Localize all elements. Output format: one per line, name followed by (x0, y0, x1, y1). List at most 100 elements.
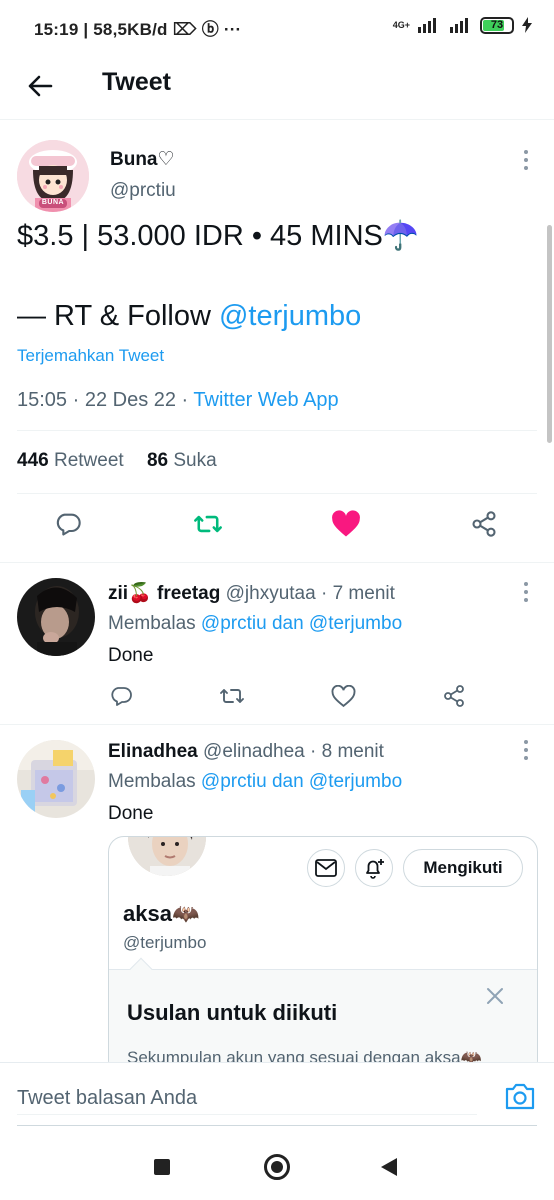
replying-to: Membalas @prctiu dan @terjumbo (108, 612, 402, 636)
reply-icon (56, 513, 81, 536)
translate-tweet-link[interactable]: Terjemahkan Tweet (17, 346, 164, 366)
retweet-icon (220, 689, 244, 703)
like-stat[interactable]: 86 Suka (147, 450, 217, 471)
share-button[interactable] (466, 506, 502, 542)
page-title: Tweet (102, 68, 171, 96)
retweet-icon (194, 515, 222, 533)
reply-avatar-photo (17, 578, 95, 656)
close-icon (487, 988, 503, 1004)
tweet-text-prefix: — RT & Follow (17, 300, 219, 332)
profile-photo (128, 837, 206, 876)
reply-author-handle[interactable]: @elinadhea · 8 menit (198, 741, 384, 762)
mail-icon (315, 859, 337, 877)
reply-author-handle[interactable]: @jhxyutaa · 7 menit (220, 583, 395, 604)
system-nav-bar (0, 1134, 554, 1200)
reply-author-name[interactable]: zii🍒 freetag (108, 583, 220, 604)
share-button[interactable] (436, 678, 472, 714)
divider (0, 724, 554, 725)
avatar-badge-text: BUNA (41, 199, 65, 206)
notifications-button[interactable] (355, 849, 393, 887)
like-count: 86 (146, 450, 169, 471)
share-icon (444, 685, 464, 707)
reply-header: zii🍒 freetag @jhxyutaa · 7 menit (108, 582, 395, 606)
status-bar: 15:19 | 58,5KB/d ⌦ ⓑ ··· 4G+ 73 (0, 0, 554, 52)
status-bar-text: 15:19 | 58,5KB/d ⌦ ⓑ ··· (34, 20, 242, 39)
reply-button[interactable] (50, 506, 86, 542)
replying-to-mentions[interactable]: @prctiu dan @terjumbo (201, 613, 402, 634)
more-options-button[interactable] (516, 148, 536, 172)
message-button[interactable] (307, 849, 345, 887)
replying-to: Membalas @prctiu dan @terjumbo (108, 770, 402, 794)
tweet-text-line-2: — RT & Follow @terjumbo (17, 298, 361, 334)
more-icon (524, 582, 528, 602)
retweet-button[interactable] (214, 678, 250, 714)
bell-plus-icon (366, 859, 384, 879)
camera-icon (505, 1083, 535, 1110)
divider (17, 430, 537, 431)
heart-icon (332, 510, 360, 537)
reply-avatar[interactable] (17, 740, 95, 818)
author-avatar[interactable]: BUNA (17, 140, 89, 212)
close-suggestions-button[interactable] (483, 984, 507, 1008)
battery-level: 73 (490, 19, 504, 31)
share-icon (472, 511, 496, 537)
reply-icon (111, 687, 132, 706)
suggestions-title: Usulan untuk diikuti (127, 1000, 338, 1025)
signal-icon (418, 18, 436, 33)
status-icons: 4G+ 73 (393, 14, 532, 36)
like-button[interactable] (325, 678, 361, 714)
following-button[interactable]: Mengikuti (403, 849, 523, 887)
tweet-source-link[interactable]: Twitter Web App (193, 389, 338, 411)
author-name[interactable]: Buna♡ (110, 148, 175, 171)
system-back-button[interactable] (381, 1158, 397, 1176)
camera-button[interactable] (504, 1081, 536, 1113)
back-arrow-icon (28, 75, 53, 97)
like-label: Suka (168, 450, 217, 471)
reply-text: Done (108, 803, 154, 824)
author-handle[interactable]: @prctiu (110, 180, 176, 202)
reply-avatar[interactable] (17, 578, 95, 656)
profile-card-handle[interactable]: @terjumbo (123, 933, 206, 953)
reply-author-name[interactable]: Elinadhea (108, 741, 198, 762)
top-app-bar: Tweet (0, 52, 554, 120)
tweet-timestamp: 15:05 · 22 Des 22 · (17, 389, 194, 411)
battery-icon: 73 (480, 16, 514, 34)
replying-to-label: Membalas (108, 613, 201, 634)
more-icon (524, 150, 528, 170)
scrollbar[interactable] (547, 225, 552, 443)
reply-more-button[interactable] (516, 580, 536, 604)
reply-button[interactable] (103, 678, 139, 714)
profile-card-name[interactable]: aksa🦇 (123, 901, 199, 927)
recent-apps-button[interactable] (154, 1159, 170, 1175)
retweet-stat[interactable]: 446 Retweet (17, 450, 124, 471)
divider (17, 493, 537, 494)
more-icon (524, 740, 528, 760)
reply-more-button[interactable] (516, 738, 536, 762)
replying-to-label: Membalas (108, 771, 201, 792)
back-button[interactable] (20, 66, 60, 106)
heart-icon (331, 684, 355, 707)
tweet-text-line-1: $3.5 | 53.000 IDR • 45 MINS☂️ (17, 220, 419, 252)
like-button[interactable] (328, 506, 364, 542)
tweet-actions (0, 506, 554, 550)
reply-avatar-photo (17, 740, 95, 818)
signal-icon-2 (450, 18, 468, 33)
reply-composer: Tweet balasan Anda (0, 1062, 554, 1134)
tweet-stats: 446 Retweet 86 Suka (17, 450, 217, 472)
profile-card-avatar[interactable] (125, 837, 209, 879)
replying-to-mentions[interactable]: @prctiu dan @terjumbo (201, 771, 402, 792)
profile-hover-card: Mengikuti aksa🦇 @terjumbo Usulan untuk d… (108, 836, 538, 1076)
network-label: 4G+ (392, 19, 410, 30)
divider (0, 562, 554, 563)
charging-icon (522, 17, 532, 33)
reply-input[interactable]: Tweet balasan Anda (17, 1081, 477, 1115)
composer-underline (17, 1125, 537, 1126)
retweet-count: 446 (17, 450, 49, 471)
retweet-button[interactable] (190, 506, 226, 542)
home-button[interactable] (264, 1154, 290, 1180)
suggestions-panel: Usulan untuk diikuti Sekumpulan akun yan… (109, 969, 537, 1075)
mention-link[interactable]: @terjumbo (219, 300, 361, 332)
tweet-meta: 15:05 · 22 Des 22 · Twitter Web App (17, 389, 339, 412)
reply-text: Done (108, 645, 154, 666)
reply-header: Elinadhea @elinadhea · 8 menit (108, 740, 384, 764)
